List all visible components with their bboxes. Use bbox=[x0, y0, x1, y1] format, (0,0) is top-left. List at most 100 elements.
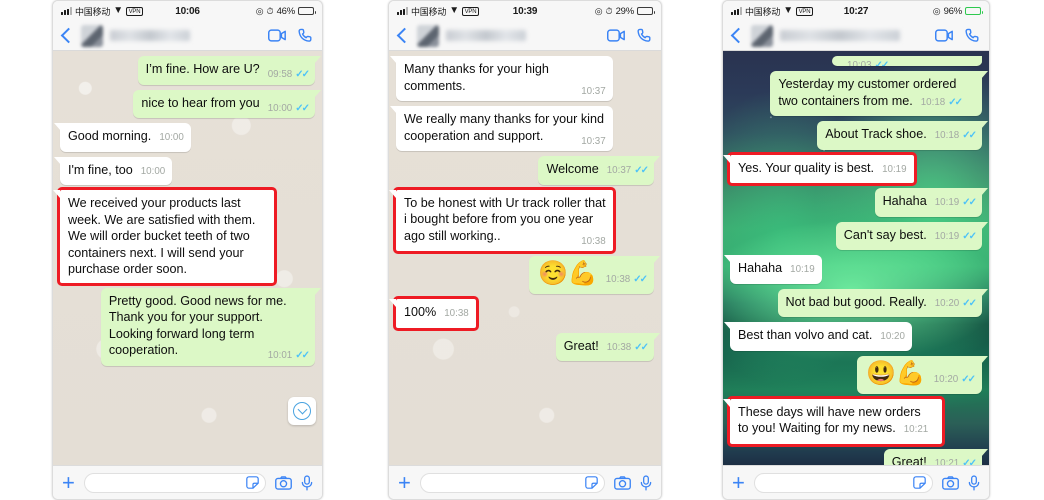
message-row: Yes. Your quality is best. 10:19 bbox=[723, 151, 982, 186]
contact-name-blurred[interactable] bbox=[446, 30, 526, 41]
message-input-field[interactable] bbox=[83, 472, 266, 493]
sticker-icon[interactable] bbox=[913, 476, 926, 489]
message-text-input[interactable] bbox=[760, 476, 913, 489]
back-chevron-icon[interactable] bbox=[60, 27, 77, 44]
double-check-icon: ✓✓ bbox=[874, 60, 890, 66]
message-input-field[interactable] bbox=[753, 472, 933, 493]
message-bubble-out[interactable]: Hahaha 10:19 ✓✓ bbox=[874, 188, 989, 217]
back-chevron-icon[interactable] bbox=[396, 27, 413, 44]
message-bubble-in[interactable]: We really many thanks for your kind coop… bbox=[390, 106, 613, 151]
phone-icon[interactable] bbox=[298, 28, 314, 44]
message-timestamp: 10:20 bbox=[880, 331, 905, 342]
message-text: Hahaha bbox=[738, 261, 783, 275]
sticker-icon[interactable] bbox=[246, 476, 259, 489]
message-meta: 10:20 bbox=[880, 329, 905, 346]
message-timestamp: 10:37 bbox=[581, 135, 606, 147]
message-input-field[interactable] bbox=[419, 472, 605, 493]
message-timestamp: 10:00 bbox=[159, 132, 184, 143]
double-check-icon: ✓✓ bbox=[295, 102, 310, 114]
microphone-icon[interactable] bbox=[640, 474, 652, 491]
contact-avatar[interactable] bbox=[417, 24, 439, 47]
message-bubble-out[interactable]: Not bad but good. Really. 10:20 ✓✓ bbox=[777, 288, 989, 317]
message-meta: 10:18 ✓✓ bbox=[921, 95, 963, 112]
message-meta: 10:37 bbox=[581, 134, 606, 151]
double-check-icon: ✓✓ bbox=[295, 350, 310, 361]
message-bubble-out[interactable]: 😃💪 10:20 ✓✓ bbox=[856, 355, 989, 394]
message-meta: 10:20 ✓✓ bbox=[935, 296, 977, 313]
status-bar-clock: 10:27 bbox=[843, 5, 869, 17]
video-camera-icon[interactable] bbox=[935, 29, 953, 42]
message-timestamp: 10:18 bbox=[934, 130, 960, 141]
video-camera-icon[interactable] bbox=[607, 29, 625, 42]
message-text: Pretty good. Good news for me. Thank you… bbox=[108, 293, 287, 358]
message-bubble-in-highlighted[interactable]: To be honest with Ur track roller that i… bbox=[389, 186, 616, 254]
message-text: Best than volvo and cat. bbox=[738, 328, 873, 342]
message-bubble-out[interactable]: Yesterday my customer ordered two contai… bbox=[770, 71, 988, 116]
message-bubble-out[interactable]: Welcome 10:37 ✓✓ bbox=[538, 156, 660, 185]
message-meta: 10:38 ✓✓ bbox=[607, 340, 649, 357]
message-timestamp: 09:58 bbox=[267, 69, 293, 80]
camera-icon[interactable] bbox=[275, 475, 292, 490]
message-meta: 10:38 ✓✓ bbox=[605, 266, 648, 294]
message-bubble-in-highlighted[interactable]: We received your products last week. We … bbox=[53, 187, 278, 286]
microphone-icon[interactable] bbox=[968, 474, 980, 491]
message-text: Yes. Your quality is best. bbox=[738, 160, 875, 175]
message-meta: 10:38 bbox=[581, 234, 606, 251]
double-check-icon: ✓✓ bbox=[962, 457, 977, 466]
message-bubble-out[interactable]: ☺️💪 10:38 ✓✓ bbox=[528, 256, 661, 294]
message-bubble-out[interactable]: Great! 10:21 ✓✓ bbox=[883, 448, 989, 466]
message-bubble-in[interactable]: I'm fine, too 10:00 bbox=[53, 156, 173, 185]
message-list[interactable]: Many thanks for your high comments. 10:37… bbox=[389, 51, 661, 465]
microphone-icon[interactable] bbox=[301, 474, 313, 491]
status-bar-clock: 10:39 bbox=[512, 5, 538, 17]
message-meta: 10:00 bbox=[141, 164, 166, 181]
message-bubble-in[interactable]: Best than volvo and cat. 10:20 bbox=[724, 322, 912, 351]
contact-avatar[interactable] bbox=[751, 24, 773, 47]
message-bubble-in-highlighted[interactable]: These days will have new orders to you! … bbox=[723, 395, 945, 447]
message-bubble-in-highlighted[interactable]: Yes. Your quality is best. 10:19 bbox=[723, 151, 917, 186]
message-bubble-in[interactable]: Hahaha 10:19 bbox=[724, 255, 822, 284]
message-row: About Track shoe. 10:18 ✓✓ bbox=[730, 121, 988, 150]
camera-icon[interactable] bbox=[614, 475, 631, 490]
double-check-icon: ✓✓ bbox=[962, 230, 977, 242]
message-row: Many thanks for your high comments. 10:37 bbox=[390, 56, 654, 101]
message-row: Hahaha 10:19 ✓✓ bbox=[730, 188, 989, 217]
double-check-icon: ✓✓ bbox=[962, 130, 977, 141]
message-bubble-out[interactable]: Pretty good. Good news for me. Thank you… bbox=[100, 287, 322, 366]
message-bubble-out[interactable]: Can't say best. 10:19 ✓✓ bbox=[835, 221, 989, 250]
message-timestamp: 10:38 bbox=[605, 274, 631, 285]
video-camera-icon[interactable] bbox=[268, 29, 286, 42]
message-bubble-out[interactable]: Great! 10:38 ✓✓ bbox=[555, 332, 661, 361]
contact-name-blurred[interactable] bbox=[780, 30, 900, 41]
message-text-input[interactable] bbox=[426, 476, 585, 489]
message-text: These days will have new orders to you! … bbox=[738, 404, 921, 436]
phone-icon[interactable] bbox=[637, 28, 653, 44]
message-bubble-in-highlighted[interactable]: 100% 10:38 bbox=[389, 296, 479, 331]
message-bubble-in[interactable]: Good morning. 10:00 bbox=[54, 123, 191, 152]
plus-icon[interactable]: + bbox=[398, 471, 411, 494]
chevron-down-icon bbox=[293, 402, 311, 420]
phone-icon[interactable] bbox=[965, 28, 981, 44]
back-chevron-icon[interactable] bbox=[730, 27, 747, 44]
contact-name-blurred[interactable] bbox=[110, 30, 190, 41]
plus-icon[interactable]: + bbox=[62, 471, 75, 494]
message-meta: 09:58 ✓✓ bbox=[267, 67, 310, 84]
status-bar: 中国移动 ▼ VPN 10:06 ◎ ⏱ 46% bbox=[53, 1, 322, 21]
chat-navigation-bar bbox=[389, 21, 661, 51]
plus-icon[interactable]: + bbox=[732, 471, 745, 494]
sticker-icon[interactable] bbox=[585, 476, 598, 489]
message-meta: 10:00 ✓✓ bbox=[268, 101, 310, 118]
message-bubble-out[interactable]: About Track shoe. 10:18 ✓✓ bbox=[817, 121, 988, 150]
camera-icon[interactable] bbox=[942, 475, 959, 490]
scroll-to-bottom-button[interactable] bbox=[288, 397, 316, 425]
message-bubble-in[interactable]: Many thanks for your high comments. 10:37 bbox=[390, 56, 613, 101]
message-meta: 10:37 bbox=[581, 84, 606, 101]
message-list[interactable]: I’m fine. How are U? 09:58 ✓✓ nice to hear … bbox=[53, 51, 322, 465]
message-bubble-out[interactable]: I’m fine. How are U? 09:58 ✓✓ bbox=[137, 56, 322, 85]
message-timestamp: 10:19 bbox=[882, 163, 907, 175]
message-bubble-out[interactable]: nice to hear from you 10:00 ✓✓ bbox=[133, 89, 321, 118]
message-bubble-out[interactable]: 10:03 ✓✓ bbox=[832, 56, 982, 66]
message-list[interactable]: 10:03 ✓✓ Yesterday my customer ordered two… bbox=[723, 51, 989, 465]
contact-avatar[interactable] bbox=[81, 24, 103, 47]
message-text-input[interactable] bbox=[90, 476, 246, 489]
